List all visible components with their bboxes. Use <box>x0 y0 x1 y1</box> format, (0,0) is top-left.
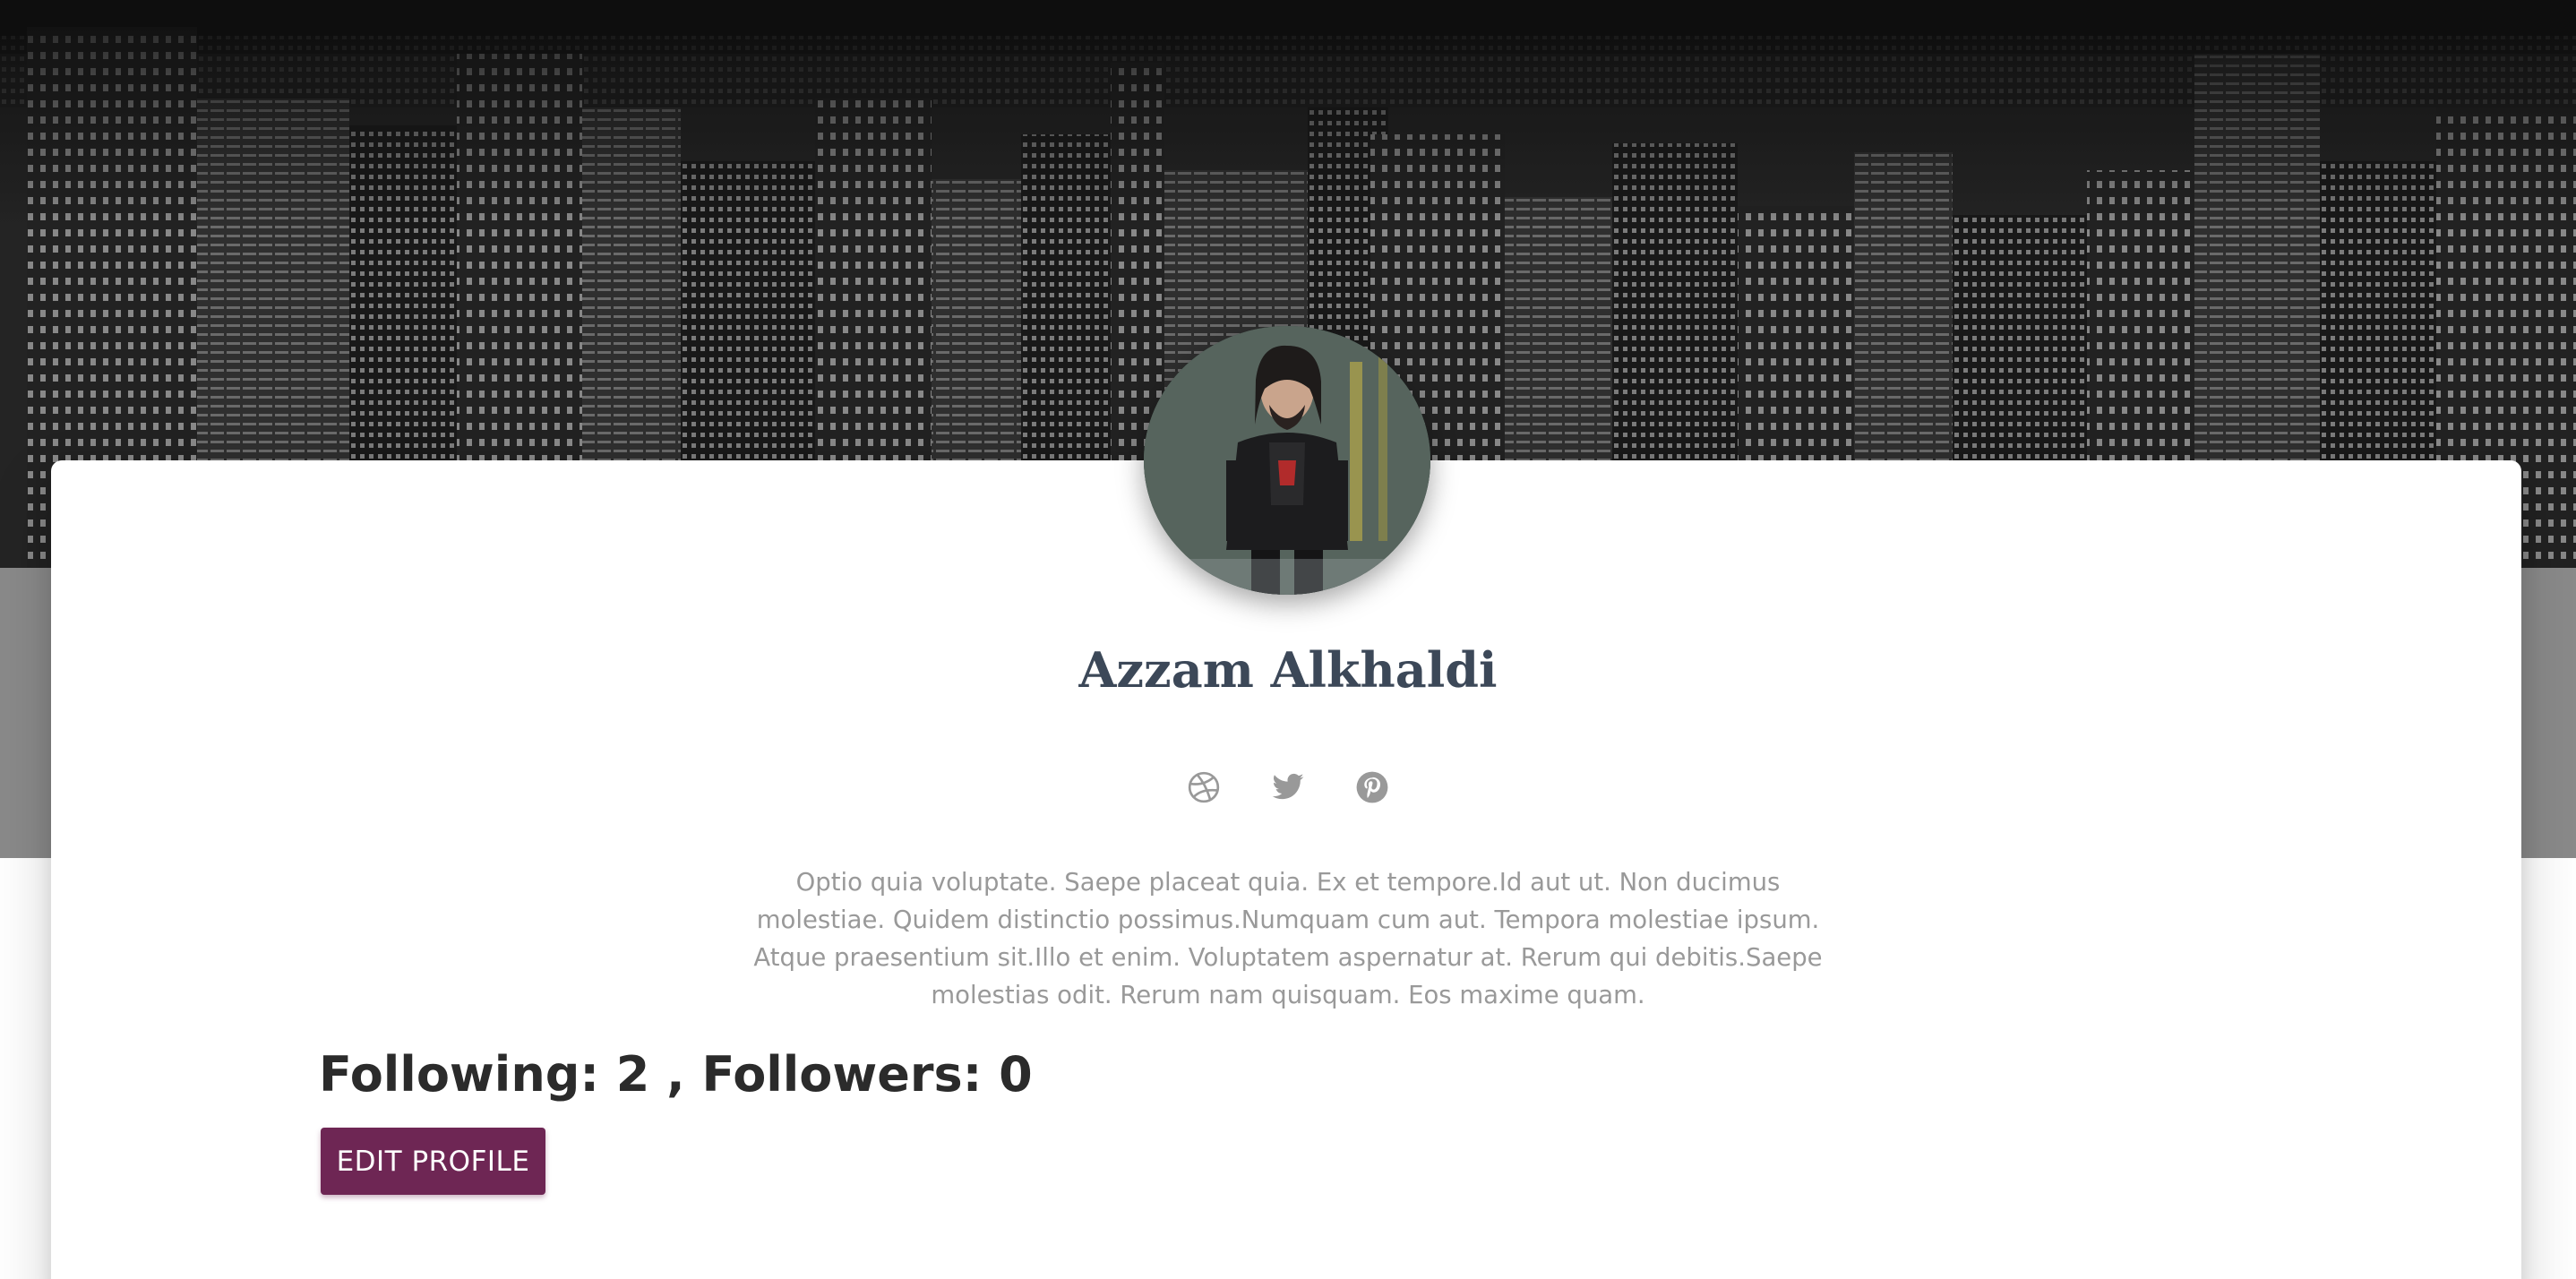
profile-page: Azzam Alkhaldi Optio quia voluptate. Sae… <box>0 0 2576 1279</box>
dribbble-icon <box>1188 771 1220 803</box>
follow-stats: Following: 2 , Followers: 0 <box>319 1046 1033 1103</box>
pinterest-icon <box>1356 771 1388 803</box>
pinterest-link[interactable] <box>1353 768 1391 806</box>
profile-name: Azzam Alkhaldi <box>1078 641 1498 699</box>
edit-profile-button[interactable]: EDIT PROFILE <box>321 1128 545 1195</box>
twitter-icon <box>1272 773 1304 800</box>
dribbble-link[interactable] <box>1185 768 1223 806</box>
social-links <box>0 768 2576 806</box>
avatar <box>1144 326 1430 595</box>
profile-bio: Optio quia voluptate. Saepe placeat quia… <box>753 868 1823 1009</box>
twitter-link[interactable] <box>1269 768 1307 806</box>
